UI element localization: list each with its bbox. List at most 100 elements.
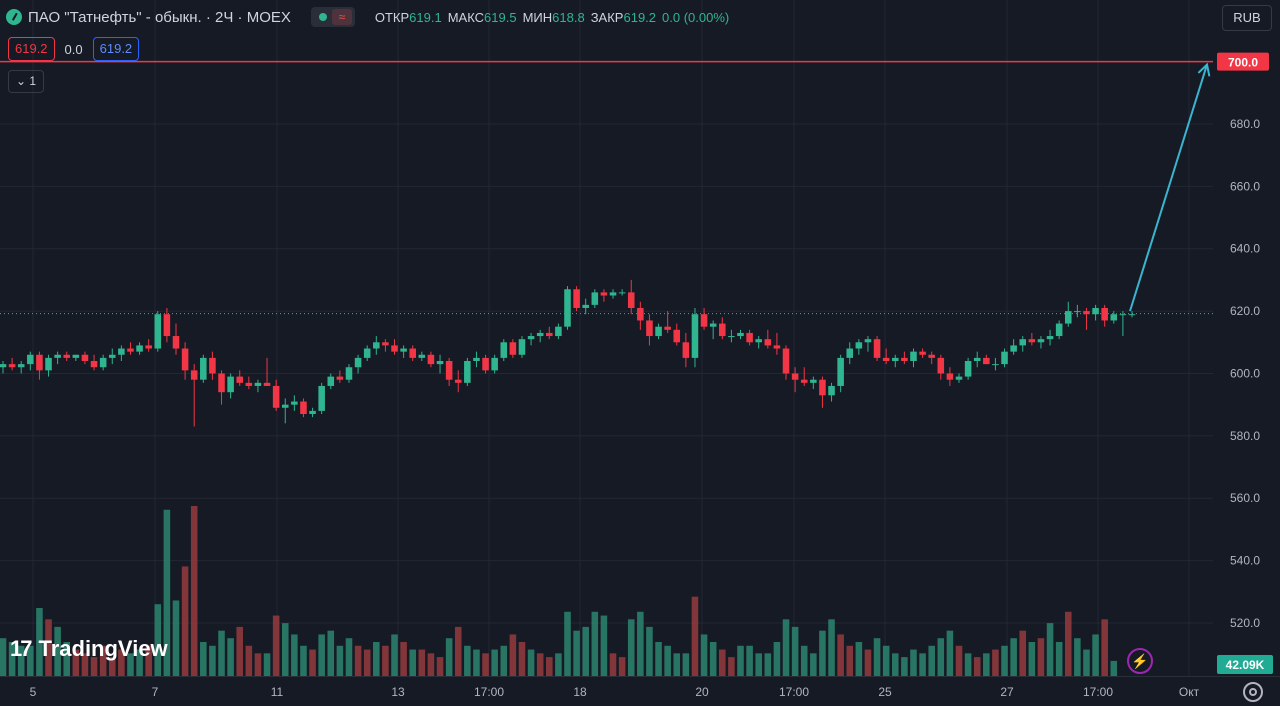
candle-body xyxy=(782,348,790,374)
candle-body xyxy=(564,289,571,327)
volume-bar xyxy=(1074,638,1081,676)
candle-body xyxy=(491,357,498,371)
settings-gear-icon[interactable] xyxy=(1243,682,1263,702)
volume-bar xyxy=(1019,630,1027,676)
volume-bar xyxy=(564,611,571,676)
volume-bar xyxy=(591,611,599,676)
candle-body xyxy=(928,354,935,358)
candle-body xyxy=(518,339,526,355)
volume-bar xyxy=(600,615,608,676)
volume-bar xyxy=(737,645,744,676)
volume-bar xyxy=(209,645,216,676)
x-tick-label: 27 xyxy=(1000,685,1014,699)
candle-body xyxy=(418,354,426,358)
x-tick-label: 17:00 xyxy=(474,685,504,699)
volume-bar xyxy=(500,645,508,676)
candle-body xyxy=(1083,311,1090,315)
tradingview-logo: 17 TradingView xyxy=(10,636,168,662)
candle-body xyxy=(746,332,753,343)
y-tick-label: 540.0 xyxy=(1230,554,1260,568)
x-tick-label: 13 xyxy=(391,685,405,699)
candle-body xyxy=(591,292,599,305)
volume-bar xyxy=(400,642,407,676)
candle-body xyxy=(728,336,735,338)
ohlc-low-value: 618.8 xyxy=(552,9,585,25)
volume-bar xyxy=(1055,642,1063,676)
volume-bar xyxy=(1083,649,1090,676)
ohlc-high-key: МАКС xyxy=(447,9,485,25)
candle-body xyxy=(327,376,335,386)
volume-bar xyxy=(527,649,535,676)
volume-bar xyxy=(910,649,917,676)
collapse-indicators-button[interactable]: ⌄ 1 xyxy=(8,70,44,93)
market-status-pill[interactable]: ≈ xyxy=(310,7,355,27)
volume-bar xyxy=(919,653,926,676)
volume-bar xyxy=(664,645,671,676)
volume-bar xyxy=(427,653,435,676)
candle-body xyxy=(737,332,744,337)
wave-icon: ≈ xyxy=(331,9,352,25)
volume-bar xyxy=(409,649,416,676)
volume-bar xyxy=(846,645,854,676)
candle-body xyxy=(163,314,171,337)
volume-bar xyxy=(172,600,180,676)
candle-body xyxy=(354,357,362,368)
candle-body xyxy=(682,342,690,358)
candle-body xyxy=(637,307,644,321)
bolt-icon[interactable]: ⚡ xyxy=(1127,648,1153,674)
candle-body xyxy=(90,361,98,368)
x-tick-label: 17:00 xyxy=(1083,685,1113,699)
ohlc-legend: ОТКР 619.1 МАКС 619.5 МИН 618.8 ЗАКР 619.2 0… xyxy=(375,10,735,25)
buy-price-button[interactable]: 619.2 xyxy=(92,37,140,61)
volume-bar xyxy=(1092,634,1099,676)
volume-bar xyxy=(955,645,963,676)
volume-bar xyxy=(254,653,262,676)
candle-body xyxy=(54,354,61,358)
symbol-title[interactable]: ПАО "Татнефть" - обыкн. · 2Ч · MOEX xyxy=(28,9,291,26)
volume-bar xyxy=(700,634,708,676)
candle-body xyxy=(791,373,799,380)
x-tick-label: 7 xyxy=(152,685,159,699)
volume-bar xyxy=(873,638,881,676)
ohlc-change-value: 0.0 (0.00%) xyxy=(662,9,730,25)
volume-bar xyxy=(1064,611,1072,676)
candle-body xyxy=(436,361,444,365)
candle-body xyxy=(536,332,544,337)
volume-bar xyxy=(864,649,872,676)
volume-bar xyxy=(263,653,271,676)
candle-body xyxy=(691,314,699,358)
volume-bar xyxy=(518,642,526,676)
candle-body xyxy=(118,348,125,355)
volume-bar xyxy=(345,638,353,676)
candle-body xyxy=(664,326,671,330)
candle-body xyxy=(136,345,143,352)
volume-bar xyxy=(482,653,489,676)
volume-bar xyxy=(655,642,662,676)
volume-bar xyxy=(245,645,253,676)
candle-body xyxy=(527,336,535,340)
candle-body xyxy=(983,357,990,365)
sell-price-button[interactable]: 619.2 xyxy=(8,37,55,61)
candle-body xyxy=(1001,351,1008,365)
candle-body xyxy=(819,379,826,396)
volume-bar xyxy=(227,638,234,676)
currency-selector[interactable]: RUB xyxy=(1222,5,1272,31)
candle-body xyxy=(1092,307,1099,315)
volume-bar xyxy=(901,657,908,676)
candle-body xyxy=(600,292,608,296)
volume-bar xyxy=(1028,642,1036,676)
tv-logo-mark-icon: 17 xyxy=(10,636,33,661)
volume-bar xyxy=(1010,638,1017,676)
candle-body xyxy=(618,292,626,294)
volume-bar xyxy=(0,638,7,676)
volume-bar xyxy=(236,626,244,676)
x-tick-label: 5 xyxy=(30,685,37,699)
candle-body xyxy=(27,354,34,365)
candle-body xyxy=(719,323,726,337)
volume-label: 42.09K xyxy=(1226,658,1265,672)
volume-bar xyxy=(1001,645,1008,676)
volume-bar xyxy=(691,596,699,676)
price-chart[interactable]: 520.0 540.0 560.0 580.0 600.0 620.0 640.0 660.0… xyxy=(0,0,1280,706)
volume-bar xyxy=(391,634,398,676)
ohlc-close-value: 619.2 xyxy=(623,9,657,25)
